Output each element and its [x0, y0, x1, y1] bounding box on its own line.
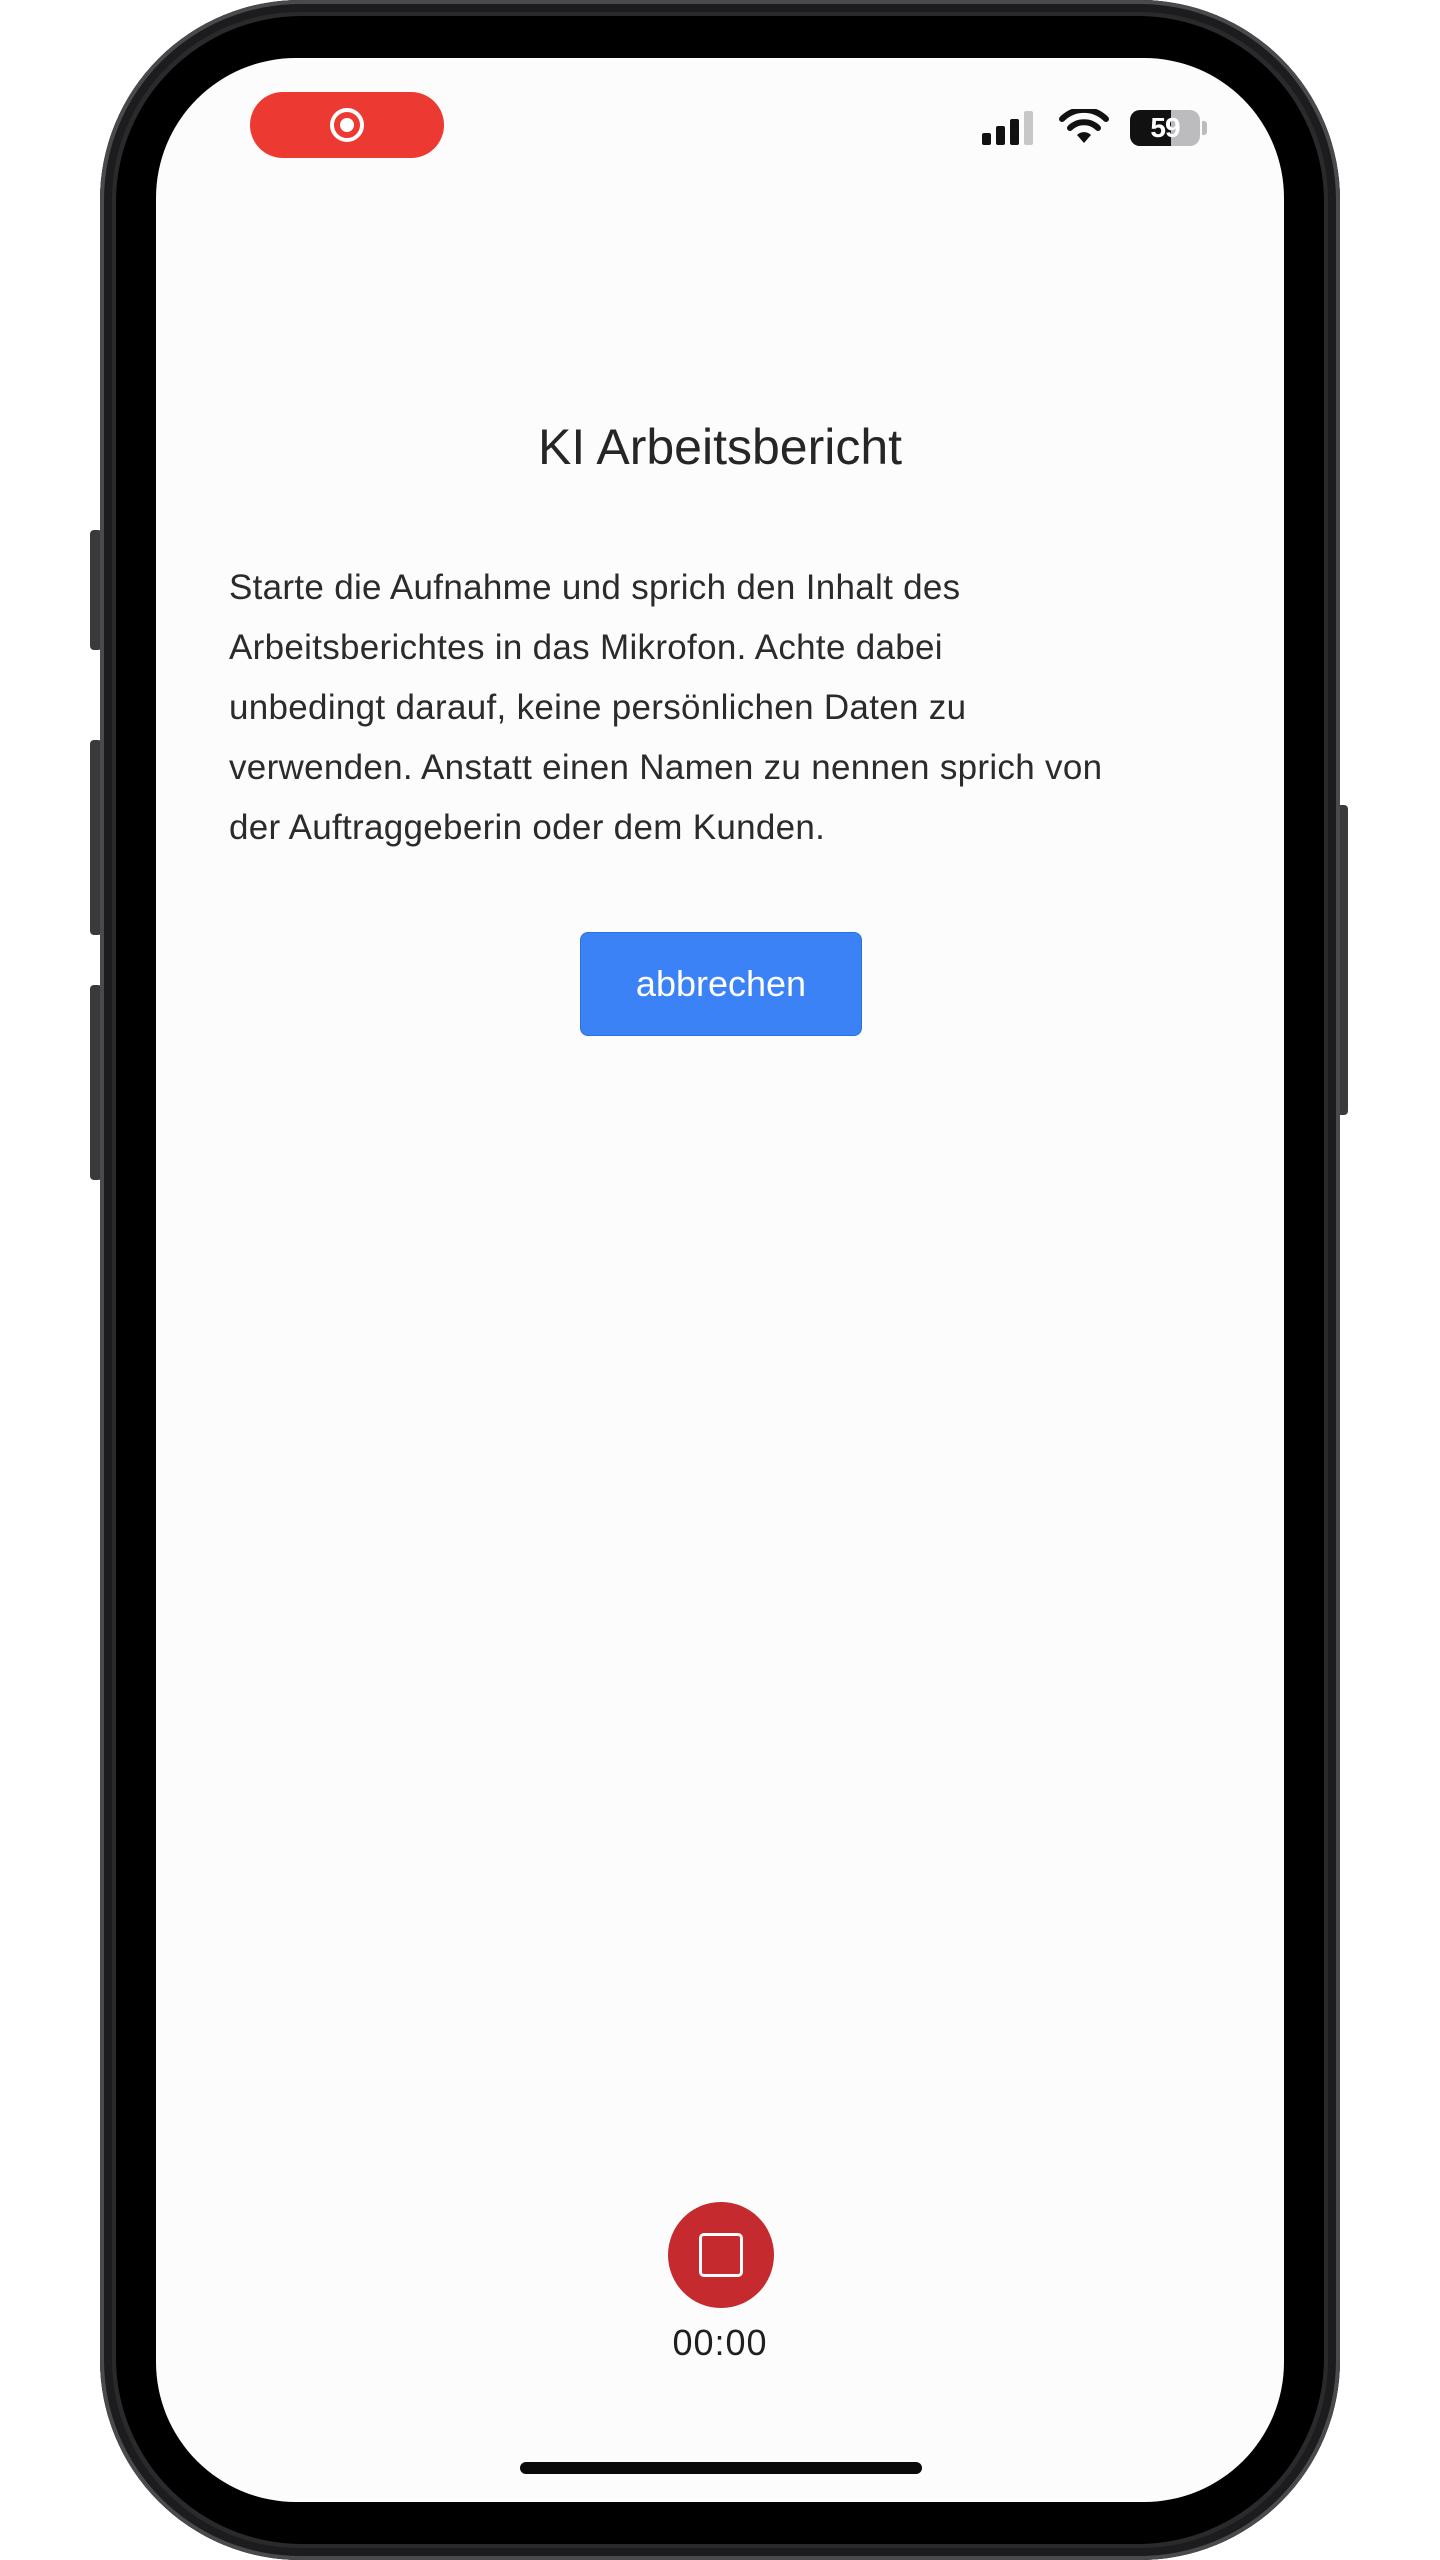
stop-recording-button[interactable] — [668, 2202, 774, 2308]
instructions-line: verwenden. Anstatt einen Namen zu nennen… — [229, 748, 1103, 787]
instructions-line: Arbeitsberichtes in das Mikrofon. Achte … — [229, 628, 943, 667]
battery-icon: 59 — [1130, 109, 1208, 147]
cellular-signal-icon — [982, 111, 1033, 145]
page-title: KI Arbeitsbericht — [537, 419, 903, 475]
battery-tip — [1202, 121, 1207, 135]
phone-screen: 59 KI Arbeitsbericht Starte die Aufnahme… — [156, 58, 1284, 2502]
instructions-text: Starte die Aufnahme und sprich den Inhal… — [229, 558, 1229, 858]
battery-level: 59 — [1150, 112, 1180, 143]
instructions-line: unbedingt darauf, keine persönlichen Dat… — [229, 688, 967, 727]
home-indicator[interactable] — [520, 2462, 922, 2474]
stop-icon — [699, 2233, 743, 2277]
instructions-line: Starte die Aufnahme und sprich den Inhal… — [229, 568, 961, 607]
stage: 59 KI Arbeitsbericht Starte die Aufnahme… — [0, 0, 1440, 2560]
status-bar-right: 59 — [982, 108, 1208, 148]
recording-timer: 00:00 — [672, 2322, 768, 2363]
cancel-button[interactable]: abbrechen — [580, 932, 862, 1036]
screen-recording-indicator[interactable] — [250, 92, 444, 158]
screen-record-icon — [330, 108, 364, 142]
wifi-icon — [1059, 109, 1109, 143]
instructions-line: der Auftraggeberin oder dem Kunden. — [229, 808, 826, 847]
battery-body: 59 — [1130, 110, 1200, 146]
